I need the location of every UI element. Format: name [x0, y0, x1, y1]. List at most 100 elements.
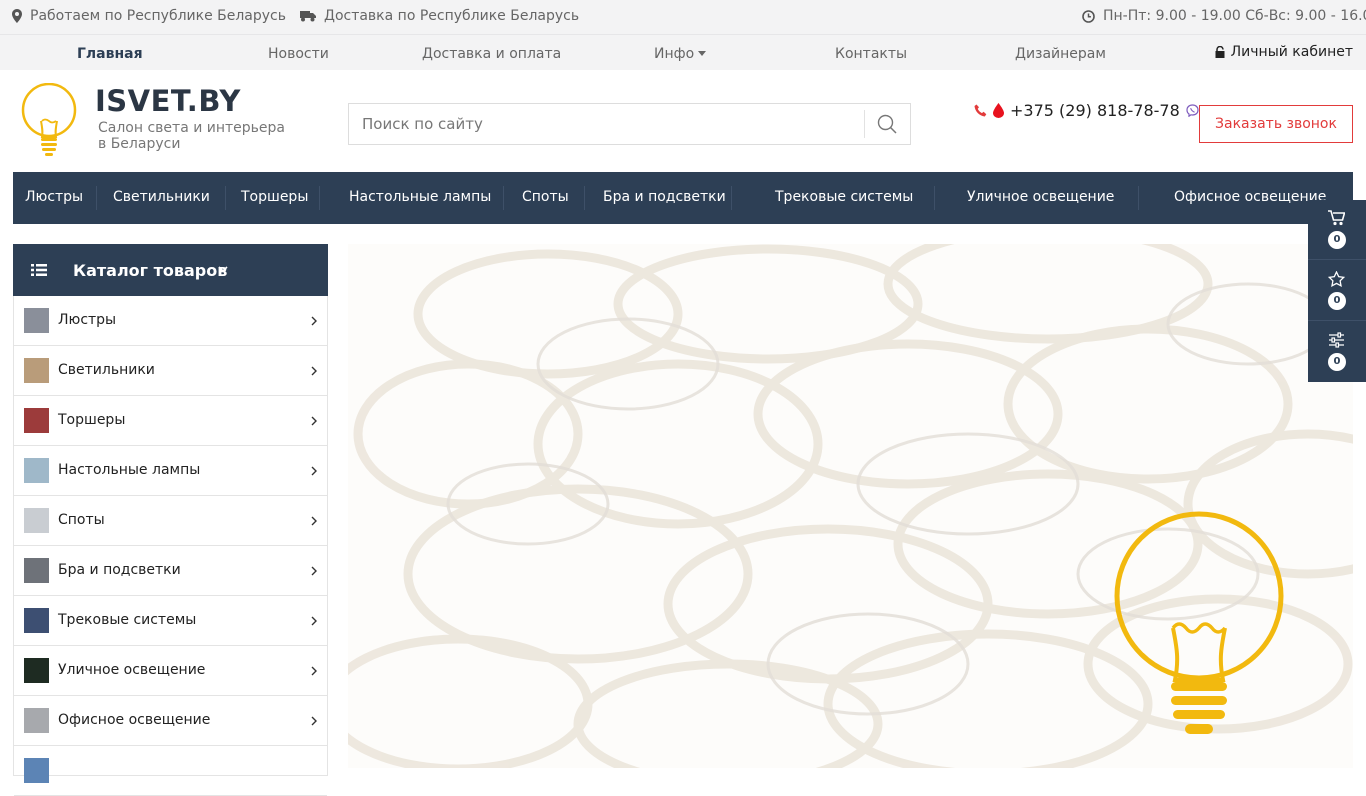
cart-count: 0	[1328, 231, 1346, 249]
logo-bulb-icon[interactable]	[20, 82, 78, 163]
category-floor-lamps[interactable]: Торшеры	[241, 189, 308, 205]
truck-icon	[300, 11, 316, 22]
nav-info[interactable]: Инфо	[654, 46, 707, 62]
clock-icon	[1082, 9, 1095, 23]
catalog-item-label: Настольные лампы	[58, 462, 201, 478]
category-office[interactable]: Офисное освещение	[1174, 189, 1326, 205]
catalog-item-label: Офисное освещение	[58, 712, 211, 728]
catalog-item-label: Уличное освещение	[58, 662, 206, 678]
chevron-right-icon	[311, 316, 317, 326]
nav-news[interactable]: Новости	[268, 46, 329, 62]
catalog-item-label: Люстры	[58, 312, 117, 328]
brand-name[interactable]: ISVET.BY	[95, 84, 241, 118]
catalog-item[interactable]: Офисное освещение	[14, 696, 327, 746]
catalog-item[interactable]: Торшеры	[14, 396, 327, 446]
category-divider	[731, 186, 732, 210]
nav-delivery-payment[interactable]: Доставка и оплата	[422, 46, 561, 62]
delivery-text: Доставка по Республике Беларусь	[324, 8, 580, 24]
category-outdoor[interactable]: Уличное освещение	[967, 189, 1114, 205]
slogan-line-1: Салон света и интерьера	[98, 120, 286, 136]
chevron-right-icon	[311, 366, 317, 376]
category-thumbnail	[24, 408, 49, 433]
category-divider	[319, 186, 320, 210]
cart-icon	[1328, 210, 1345, 226]
chevron-right-icon	[311, 566, 317, 576]
category-thumbnail	[24, 558, 49, 583]
category-lamps[interactable]: Светильники	[113, 189, 210, 205]
favorites-button[interactable]: 0	[1308, 261, 1366, 321]
phone-icon	[974, 104, 987, 117]
nav-home[interactable]: Главная	[77, 46, 143, 62]
nav-contacts[interactable]: Контакты	[835, 46, 907, 62]
chevron-right-icon	[311, 616, 317, 626]
hero-banner[interactable]	[348, 244, 1353, 768]
chevron-right-icon	[311, 516, 317, 526]
category-divider	[1138, 186, 1139, 210]
compare-button[interactable]: 0	[1308, 322, 1366, 382]
site-search	[348, 103, 911, 145]
category-thumbnail	[24, 308, 49, 333]
catalog-item-label: Светильники	[58, 362, 155, 378]
list-icon	[31, 264, 47, 276]
chevron-right-icon	[311, 466, 317, 476]
nav-designers[interactable]: Дизайнерам	[1015, 46, 1106, 62]
chevron-right-icon	[311, 716, 317, 726]
category-thumbnail	[24, 608, 49, 633]
category-thumbnail	[24, 458, 49, 483]
category-thumbnail	[24, 508, 49, 533]
sliders-icon	[1329, 332, 1344, 348]
category-divider	[225, 186, 226, 210]
main-nav: Главная Новости Доставка и оплата Инфо К…	[0, 35, 1366, 70]
compare-count: 0	[1328, 353, 1346, 371]
search-input[interactable]	[349, 104, 864, 144]
working-hours: Пн-Пт: 9.00 - 19.00 Сб-Вс: 9.00 - 16.00	[1082, 8, 1366, 24]
catalog-item[interactable]: Бра и подсветки	[14, 546, 327, 596]
catalog-item-label: Споты	[58, 512, 105, 528]
delivery-info: Доставка по Республике Беларусь	[300, 8, 579, 24]
chevron-right-icon	[311, 416, 317, 426]
catalog-item[interactable]: Трековые системы	[14, 596, 327, 646]
category-divider	[503, 186, 504, 210]
slogan-line-2: в Беларуси	[98, 136, 181, 152]
catalog-list: Люстры Светильники Торшеры Настольные ла…	[13, 296, 328, 796]
catalog-item-label: Торшеры	[58, 412, 126, 428]
catalog-item[interactable]: Светильники	[14, 346, 327, 396]
category-thumbnail	[24, 358, 49, 383]
floating-shortcuts: 0 0 0	[1308, 200, 1366, 382]
category-thumbnail	[24, 708, 49, 733]
catalog-item[interactable]: Настольные лампы	[14, 446, 327, 496]
brand-slogan: Салон света и интерьера в Беларуси	[98, 120, 298, 152]
callback-button[interactable]: Заказать звонок	[1199, 105, 1353, 143]
star-icon	[1328, 271, 1345, 287]
hours-text: Пн-Пт: 9.00 - 19.00 Сб-Вс: 9.00 - 16.00	[1103, 8, 1366, 24]
search-icon	[877, 114, 897, 134]
chevron-down-icon	[218, 266, 228, 273]
catalog-item[interactable]	[14, 746, 327, 796]
region-text: Работаем по Республике Беларусь	[30, 8, 287, 24]
operator-drop-icon	[993, 103, 1004, 118]
banner-bulb-icon	[1114, 511, 1284, 734]
catalog-title: Каталог товаров	[73, 261, 228, 280]
category-divider	[96, 186, 97, 210]
category-sconces[interactable]: Бра и подсветки	[603, 189, 726, 205]
viber-icon[interactable]	[1186, 104, 1199, 117]
catalog-item-label: Трековые системы	[58, 612, 197, 628]
chevron-right-icon	[311, 666, 317, 676]
favorites-count: 0	[1328, 292, 1346, 310]
category-track-systems[interactable]: Трековые системы	[775, 189, 913, 205]
phone-block[interactable]: +375 (29) 818-78-78	[974, 101, 1199, 120]
chevron-down-icon	[698, 51, 707, 56]
category-spots[interactable]: Споты	[522, 189, 569, 205]
category-chandeliers[interactable]: Люстры	[25, 189, 83, 205]
catalog-item[interactable]: Споты	[14, 496, 327, 546]
category-divider	[934, 186, 935, 210]
category-thumbnail	[24, 658, 49, 683]
catalog-item[interactable]: Люстры	[14, 296, 327, 346]
search-button[interactable]	[864, 104, 910, 144]
phone-number[interactable]: +375 (29) 818-78-78	[1010, 101, 1180, 120]
account-link[interactable]: Личный кабинет	[1215, 44, 1353, 60]
cart-button[interactable]: 0	[1308, 200, 1366, 260]
category-table-lamps[interactable]: Настольные лампы	[349, 189, 491, 205]
catalog-item[interactable]: Уличное освещение	[14, 646, 327, 696]
catalog-header[interactable]: Каталог товаров	[13, 244, 328, 296]
